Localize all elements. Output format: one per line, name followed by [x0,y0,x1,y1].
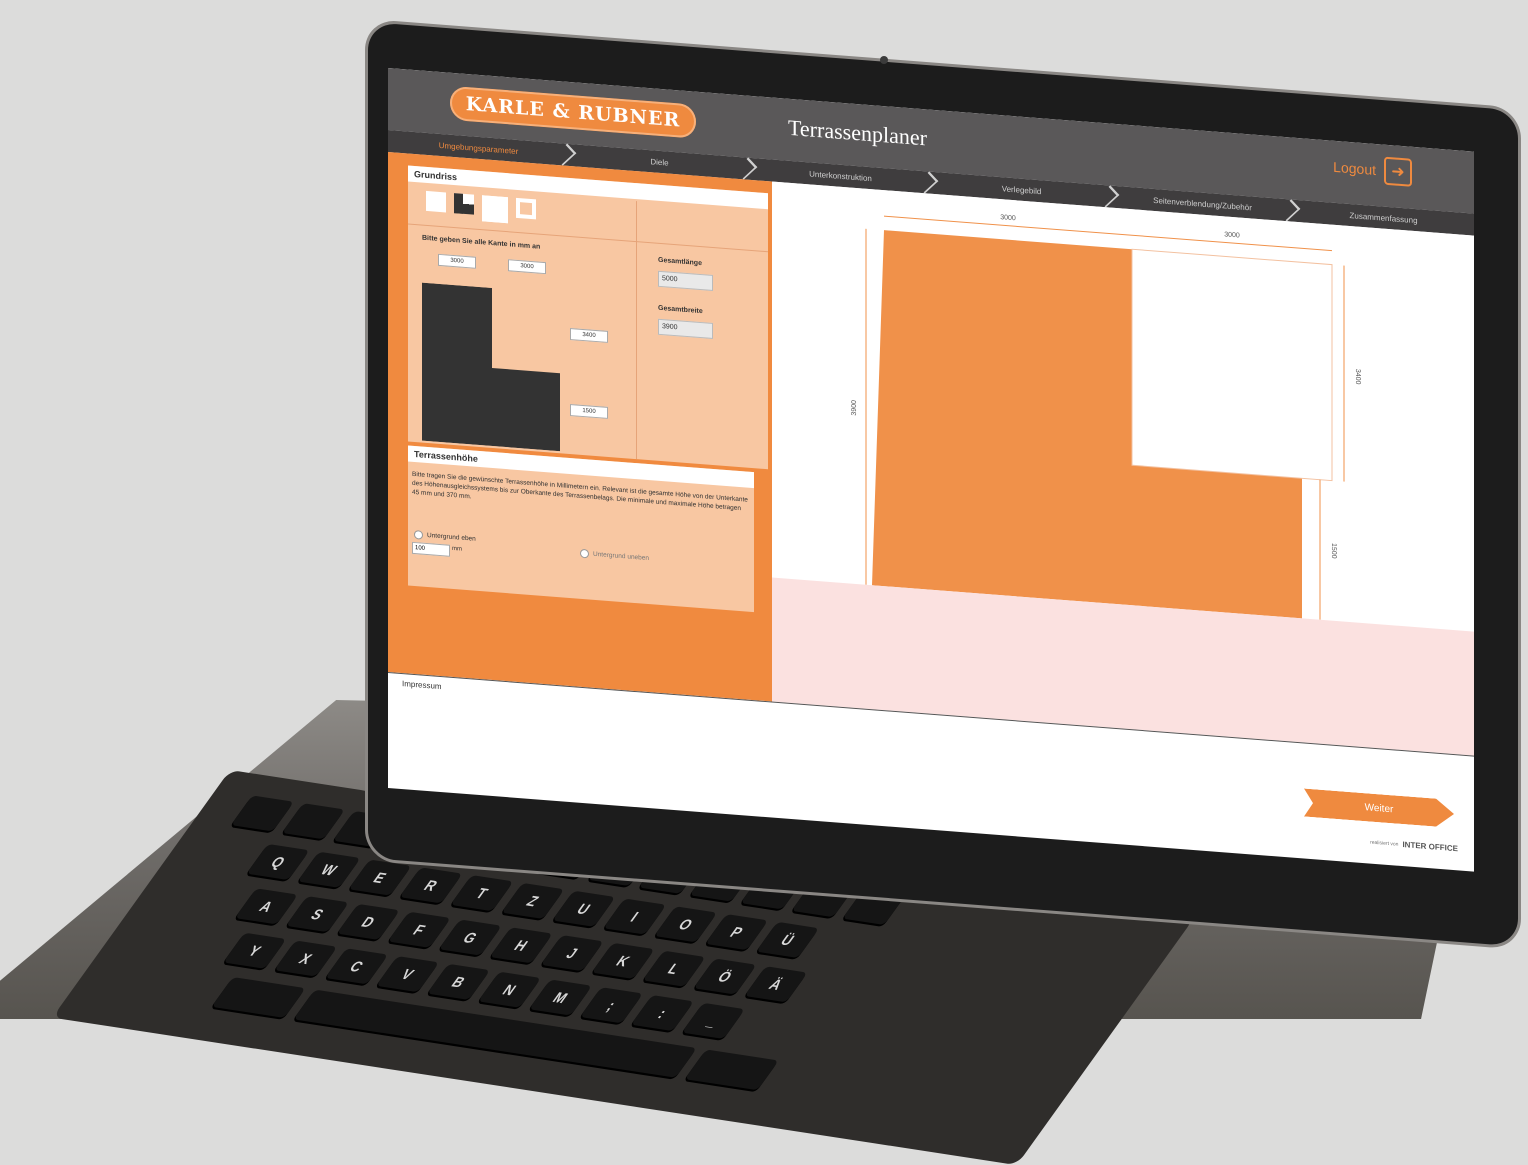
dim-top-right: 3000 [1224,231,1240,239]
dim-top-left: 3000 [1000,214,1016,222]
dimension-input-side-2[interactable]: 1500 [570,404,608,419]
key [684,1049,779,1091]
impressum-link[interactable]: Impressum [402,679,442,691]
terrassenhoehe-box: Terrassenhöhe Bitte tragen Sie die gewün… [408,445,754,613]
dimensions-prompt: Bitte geben Sie alle Kante in mm an [422,234,541,251]
untergrund-uneben-label: Untergrund uneben [593,550,650,563]
logout-icon: ➜ [1384,156,1412,187]
height-input[interactable]: 100 [412,541,450,557]
dimension-input-top-2[interactable]: 3000 [508,259,546,275]
radio-button[interactable] [414,530,423,540]
dim-left: 3900 [851,400,858,416]
logout-label: Logout [1333,158,1376,179]
dim-right-lower: 1500 [1330,543,1337,559]
gesamtbreite-field: 3900 [658,318,713,340]
l-shape-preview [422,282,560,452]
shape-choices [426,190,536,225]
credit: realisiert von INTER OFFICE [1370,838,1458,853]
brand-logo[interactable]: KARLE & RUBNER [450,85,696,139]
laptop-screen: KARLE & RUBNER Terrassenplaner Logout ➜ … [388,68,1474,872]
untergrund-eben-label: Untergrund eben [427,532,476,543]
dimension-input-side-1[interactable]: 3400 [570,328,608,343]
l-shape-icon[interactable] [454,193,474,215]
rectangle-icon[interactable] [426,190,446,213]
page-title: Terrassenplaner [788,114,927,151]
frame-shape-icon[interactable] [516,197,536,220]
grundriss-box: Grundriss Bitte geben Sie alle Kante in … [408,165,768,470]
gesamtlaenge-field: 5000 [658,270,713,292]
camera-icon [880,56,888,64]
radio-button[interactable] [580,548,589,559]
gesamtlaenge-label: Gesamtlänge [658,256,702,268]
logout-button[interactable]: Logout ➜ [1333,153,1412,187]
credit-caption: realisiert von [1370,839,1399,848]
u-shape-icon[interactable] [482,195,508,224]
cutout-area [1131,248,1333,482]
settings-panel: Grundriss Bitte geben Sie alle Kante in … [388,152,772,702]
height-unit: mm [452,545,462,553]
gesamtbreite-label: Gesamtbreite [658,304,703,316]
credit-brand[interactable]: INTER OFFICE [1402,840,1458,853]
untergrund-eben-option[interactable]: Untergrund eben [414,530,476,544]
dimension-input-top-1[interactable]: 3000 [438,253,476,269]
divider [636,201,637,460]
dim-right-upper: 3400 [1354,369,1361,385]
untergrund-uneben-option[interactable]: Untergrund uneben [580,548,650,563]
weiter-button[interactable]: Weiter [1304,788,1454,828]
